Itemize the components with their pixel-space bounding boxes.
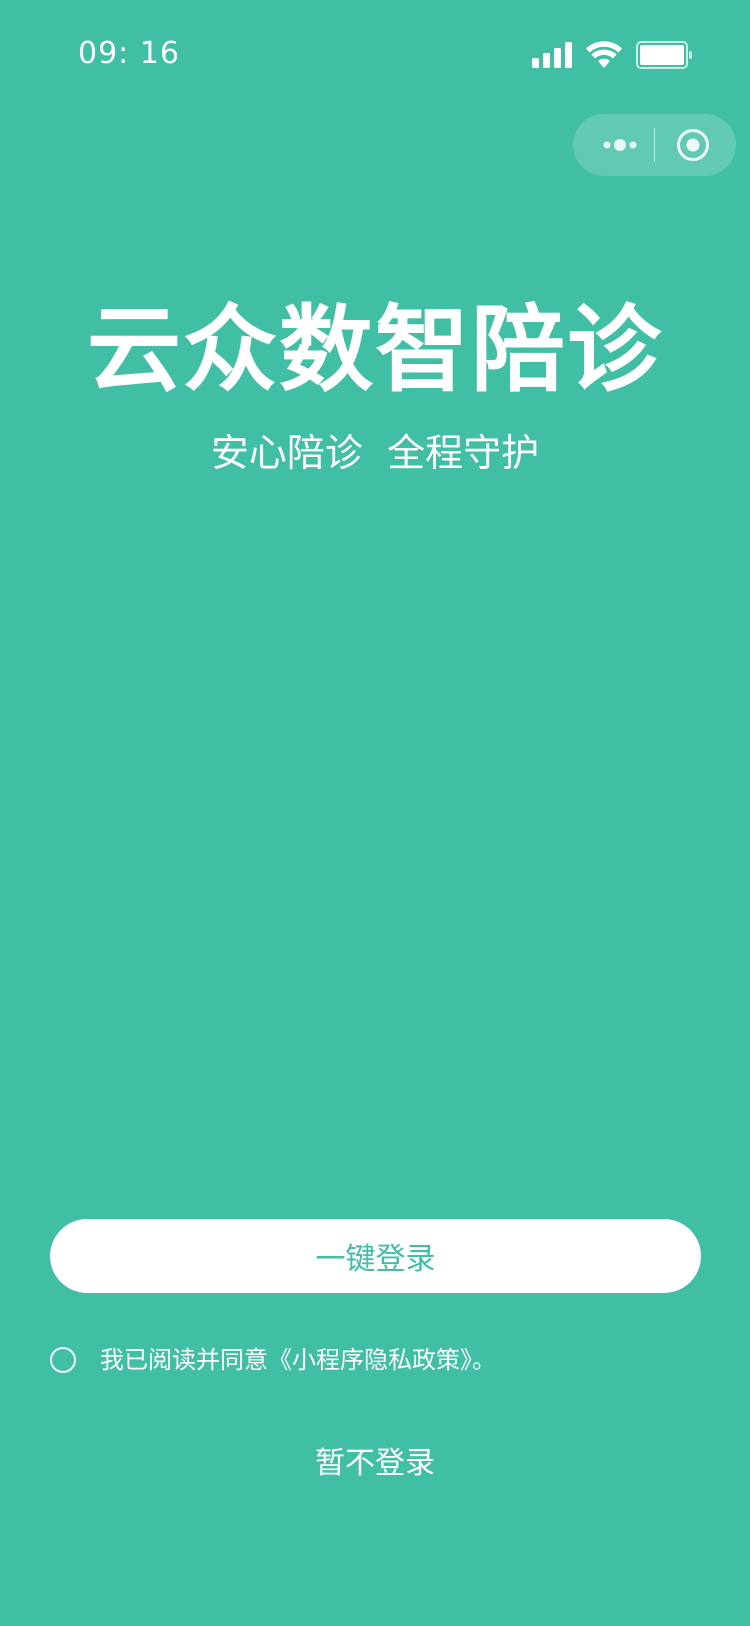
status-bar: 09: 16	[0, 0, 750, 110]
agreement-row: 我已阅读并同意《小程序隐私政策》。	[50, 1344, 496, 1376]
one-click-login-button[interactable]: 一键登录	[50, 1219, 701, 1293]
mini-program-capsule	[573, 114, 736, 176]
app-title: 云众数智陪诊	[86, 296, 663, 405]
circle-target-icon[interactable]	[668, 114, 718, 176]
status-icons	[532, 40, 694, 70]
agreement-text: 我已阅读并同意《小程序隐私政策》。	[100, 1344, 496, 1376]
agreement-suffix: 。	[472, 1346, 496, 1374]
skip-login-button[interactable]: 暂不登录	[315, 1446, 435, 1481]
agreement-checkbox[interactable]	[50, 1347, 76, 1373]
agreement-prefix: 我已阅读并同意	[100, 1346, 268, 1374]
wifi-icon	[586, 41, 622, 69]
cellular-signal-icon	[532, 42, 572, 68]
battery-icon	[636, 41, 694, 69]
capsule-divider	[654, 128, 655, 162]
status-time: 09: 16	[78, 36, 180, 71]
more-dots-icon[interactable]	[595, 114, 645, 176]
skip-login-area: 暂不登录	[0, 1444, 750, 1484]
privacy-policy-link[interactable]: 《小程序隐私政策》	[268, 1346, 472, 1374]
app-subtitle: 安心陪诊 全程守护	[210, 431, 540, 475]
